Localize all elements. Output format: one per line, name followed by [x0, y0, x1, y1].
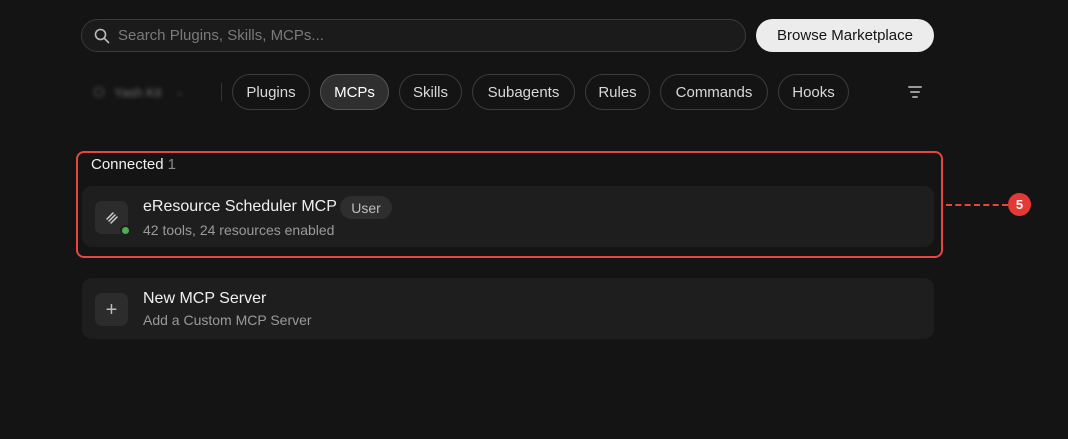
- new-mcp-server-subtitle: Add a Custom MCP Server: [143, 312, 312, 328]
- section-title-label: Connected: [91, 156, 164, 173]
- connected-count: 1: [167, 156, 176, 173]
- section-title-connected: Connected 1: [91, 156, 176, 173]
- mcp-server-name: eResource Scheduler MCP: [143, 198, 337, 215]
- browse-marketplace-button[interactable]: Browse Marketplace: [756, 19, 934, 52]
- user-filter-label: Yash Kit: [114, 84, 162, 100]
- divider: [221, 83, 222, 101]
- tab-commands[interactable]: Commands: [660, 74, 768, 110]
- tab-skills[interactable]: Skills: [399, 74, 462, 110]
- user-filter-dropdown[interactable]: Yash Kit ⌄: [80, 74, 210, 110]
- new-mcp-server-title: New MCP Server: [143, 290, 267, 307]
- tab-rules[interactable]: Rules: [585, 74, 650, 110]
- chevron-down-icon: ⌄: [175, 86, 184, 98]
- plus-icon: +: [95, 293, 128, 326]
- mcp-server-summary: 42 tools, 24 resources enabled: [143, 222, 335, 238]
- scope-badge: User: [340, 196, 392, 219]
- tab-subagents[interactable]: Subagents: [472, 74, 575, 110]
- search-bar[interactable]: [81, 19, 746, 52]
- search-icon: [94, 28, 110, 43]
- annotation-connector: [946, 204, 1008, 206]
- mcp-server-card[interactable]: eResource Scheduler MCP User 42 tools, 2…: [82, 186, 934, 247]
- status-connected-dot: [120, 225, 131, 236]
- tab-mcps[interactable]: MCPs: [320, 74, 389, 110]
- tab-plugins[interactable]: Plugins: [232, 74, 310, 110]
- filter-icon[interactable]: [905, 82, 925, 102]
- user-icon: [94, 87, 104, 97]
- annotation-number-badge: 5: [1008, 193, 1031, 216]
- new-mcp-server-card[interactable]: + New MCP Server Add a Custom MCP Server: [82, 278, 934, 339]
- search-input[interactable]: [118, 27, 718, 44]
- tab-hooks[interactable]: Hooks: [778, 74, 849, 110]
